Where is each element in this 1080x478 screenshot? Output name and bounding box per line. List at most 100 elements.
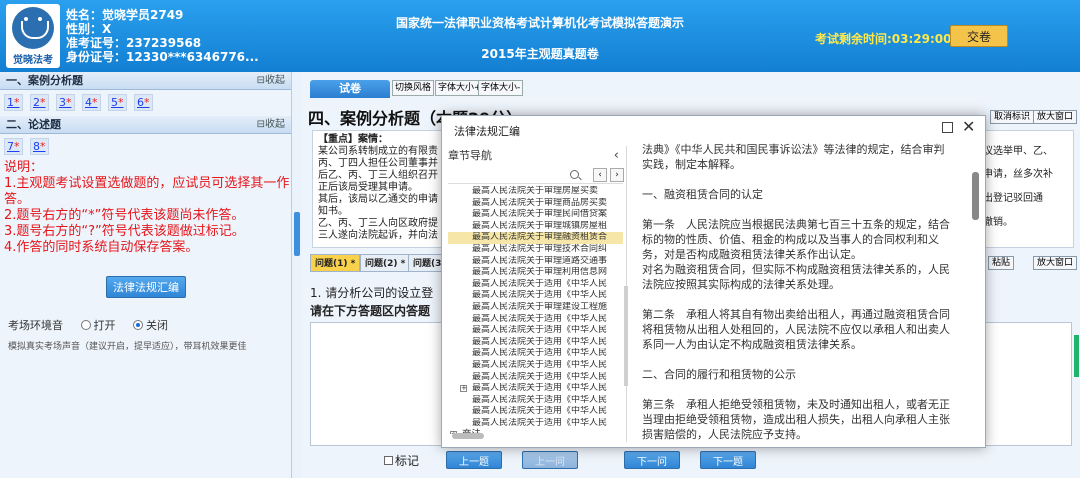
- law-paragraph: 对名为融资租赁合同，但实际不构成融资租赁法律关系的，人民法院应按照其实际构成的法…: [642, 263, 950, 291]
- tree-item-label: 最高人民法院关于适用《中华人民: [472, 406, 608, 417]
- law-article: 第二条 承租人将其自有物出卖给出租人，再通过融资租赁合同将租赁物从出租人处租回的…: [642, 308, 950, 351]
- tree-item[interactable]: 最高人民法院关于适用《中华人民: [448, 372, 623, 384]
- radio-open-label: 打开: [93, 319, 116, 332]
- tab-exam-paper[interactable]: 试卷: [310, 80, 390, 98]
- law-compilation-dialog: 法律法规汇编 ✕ 章节导航 ‹ ‹ › 最高人民法院关于审理房屋买卖 最高人民法院…: [441, 115, 986, 448]
- tree-item[interactable]: 最高人民法院关于适用《中华人民: [448, 314, 623, 326]
- next-page-icon[interactable]: ›: [610, 168, 624, 182]
- question-link-7[interactable]: 7*: [4, 138, 23, 155]
- tree-item[interactable]: 最高人民法院关于适用《中华人民: [448, 418, 623, 430]
- tree-item[interactable]: 最高人民法院关于审理房屋买卖: [448, 186, 623, 198]
- law-article: 第一条 人民法院应当根据民法典第七百三十五条的规定，结合标的物的性质、价值、租金…: [642, 218, 950, 261]
- side-indicator: [1074, 335, 1079, 377]
- cancel-mark-button[interactable]: 取消标识: [990, 110, 1035, 124]
- question-link-8[interactable]: 8*: [30, 138, 49, 155]
- student-name: 姓名：觉晓学员2749: [66, 8, 184, 22]
- content-scrollbar[interactable]: [972, 172, 979, 220]
- tree-item-label: 最高人民法院关于适用《中华人民: [472, 313, 608, 324]
- tree-item[interactable]: 最高人民法院关于审理技术合同纠: [448, 244, 623, 256]
- tree-item-label: 最高人民法院关于审理技术合同纠: [472, 243, 608, 254]
- chapter-tree: 最高人民法院关于审理房屋买卖 最高人民法院关于审理商品房买卖 最高人民法院关于审理民…: [448, 186, 623, 434]
- mark-checkbox[interactable]: 标记: [384, 452, 419, 469]
- collapse-button[interactable]: ⊟收起: [257, 116, 285, 134]
- search-icon[interactable]: [570, 170, 579, 179]
- question-link-5[interactable]: 5*: [108, 94, 127, 111]
- tree-item[interactable]: 最高人民法院关于适用《中华人民: [448, 337, 623, 349]
- question-link-1[interactable]: 1*: [4, 94, 23, 111]
- tree-item[interactable]: 最高人民法院关于审理利用信息网: [448, 267, 623, 279]
- checkbox-box[interactable]: [384, 456, 393, 465]
- question-number-list: 7* 8*: [0, 134, 291, 160]
- next-question-button[interactable]: 下一题: [700, 451, 756, 469]
- radio-close-label: 关闭: [146, 319, 168, 332]
- font-decrease-button[interactable]: 字体大小-: [478, 80, 524, 96]
- tree-item[interactable]: 最高人民法院关于审理城镇房屋租: [448, 221, 623, 233]
- splitter-grip[interactable]: [624, 286, 628, 386]
- question-link-6[interactable]: 6*: [134, 94, 153, 111]
- tree-search-bar[interactable]: ‹ ›: [448, 168, 624, 184]
- chevron-left-icon[interactable]: ‹: [614, 146, 619, 166]
- tree-item[interactable]: 最高人民法院关于适用《中华人民: [448, 290, 623, 302]
- tree-item[interactable]: 最高人民法院关于审理融资租赁合: [448, 232, 623, 244]
- prev-sub-question-button[interactable]: 上一问: [522, 451, 578, 469]
- enlarge-window-button[interactable]: 放大窗口: [1033, 110, 1078, 124]
- tree-item-label: 最高人民法院关于审理商品房买卖: [472, 197, 608, 208]
- student-id-number: 身份证号：12330***6346776...: [66, 50, 259, 64]
- tree-item-label: 最高人民法院关于审理建设工程施: [472, 301, 608, 312]
- question-tab-2[interactable]: 问题(2) *: [360, 254, 411, 272]
- instruction-item: 2.题号右方的“*”符号代表该题尚未作答。: [4, 208, 245, 223]
- tree-item-label: 最高人民法院关于适用《中华人民: [472, 290, 608, 301]
- tree-item[interactable]: 最高人民法院关于审理建设工程施: [448, 302, 623, 314]
- tree-item-label: 最高人民法院关于适用《中华人民: [472, 348, 608, 359]
- tree-item-label: 最高人民法院关于适用《中华人民: [472, 371, 608, 382]
- prev-question-button[interactable]: 上一题: [446, 451, 502, 469]
- law-heading: 二、合同的履行和租赁物的公示: [642, 368, 796, 381]
- law-content: 法典》《中华人民共和国民事诉讼法》等法律的规定，结合审判实践，制定本解释。 一、…: [642, 142, 952, 442]
- law-heading: 一、融资租赁合同的认定: [642, 188, 763, 201]
- ambient-sound-note: 模拟真实考场声音（建议开启，提早适应），带耳机效果更佳: [8, 342, 247, 352]
- enlarge-answer-button[interactable]: 放大窗口: [1033, 256, 1078, 270]
- panel-toggle-handle[interactable]: [294, 212, 300, 256]
- question-tab-1[interactable]: 问题(1) *: [310, 254, 361, 272]
- tree-item[interactable]: 最高人民法院关于适用《中华人民: [448, 279, 623, 291]
- tree-item-label: 最高人民法院关于适用《中华人民: [472, 394, 608, 405]
- radio-open[interactable]: [80, 320, 91, 330]
- tree-item[interactable]: 最高人民法院关于审理民间借贷案: [448, 209, 623, 221]
- tree-item-label: 最高人民法院关于适用《中华人民: [472, 359, 608, 370]
- radio-close[interactable]: [133, 320, 143, 330]
- tree-item[interactable]: 最高人民法院关于适用《中华人民: [448, 395, 623, 407]
- section-header-essay: 二、论述题 ⊟收起: [0, 116, 291, 134]
- section-header-case-analysis: 一、案例分析题 ⊟收起: [0, 72, 291, 90]
- tree-item[interactable]: + 最高人民法院关于适用《中华人民: [448, 383, 623, 395]
- submit-button[interactable]: 交卷: [950, 25, 1008, 47]
- tree-item[interactable]: 最高人民法院关于适用《中华人民: [448, 348, 623, 360]
- question-link-2[interactable]: 2*: [30, 94, 49, 111]
- expand-icon[interactable]: +: [460, 385, 467, 393]
- tree-item[interactable]: 最高人民法院关于适用《中华人民: [448, 406, 623, 418]
- tree-item-label: 最高人民法院关于适用《中华人民: [472, 417, 608, 428]
- tree-item-label: 最高人民法院关于适用《中华人民: [472, 383, 608, 394]
- ambient-sound-label: 考场环境音: [8, 319, 63, 332]
- question-nav-panel: 一、案例分析题 ⊟收起 1* 2* 3* 4* 5* 6* 二、论述题 ⊟收起 …: [0, 72, 292, 478]
- next-sub-question-button[interactable]: 下一问: [624, 451, 680, 469]
- law-compilation-button[interactable]: 法律法规汇编: [106, 276, 186, 298]
- exam-title: 国家统一法律职业资格考试计算机化考试模拟答题演示: [395, 16, 684, 30]
- law-article: 第三条 承租人拒绝受领租赁物，未及时通知出租人，或者无正当理由拒绝受领租赁物，造…: [642, 398, 950, 441]
- tree-item[interactable]: 最高人民法院关于审理商品房买卖: [448, 198, 623, 210]
- collapse-button[interactable]: ⊟收起: [257, 72, 285, 90]
- switch-style-button[interactable]: 切换风格: [392, 80, 435, 96]
- question-link-4[interactable]: 4*: [82, 94, 101, 111]
- student-info: 姓名：觉晓学员2749 性别：X 准考证号：237239568 身份证号：123…: [66, 8, 259, 64]
- tree-item-label: 最高人民法院关于适用《中华人民: [472, 278, 608, 289]
- close-icon[interactable]: ✕: [962, 117, 975, 136]
- question-number-list: 1* 2* 3* 4* 5* 6*: [0, 90, 291, 116]
- tree-horizontal-scrollbar[interactable]: [452, 433, 484, 439]
- question-link-3[interactable]: 3*: [56, 94, 75, 111]
- maximize-icon[interactable]: [942, 122, 953, 133]
- paste-button[interactable]: 粘贴: [988, 256, 1015, 270]
- tree-item[interactable]: 最高人民法院关于适用《中华人民: [448, 325, 623, 337]
- instructions-title: 说明：: [4, 160, 44, 175]
- tree-item[interactable]: 最高人民法院关于适用《中华人民: [448, 360, 623, 372]
- prev-page-icon[interactable]: ‹: [593, 168, 607, 182]
- tree-item[interactable]: 最高人民法院关于审理道路交通事: [448, 256, 623, 268]
